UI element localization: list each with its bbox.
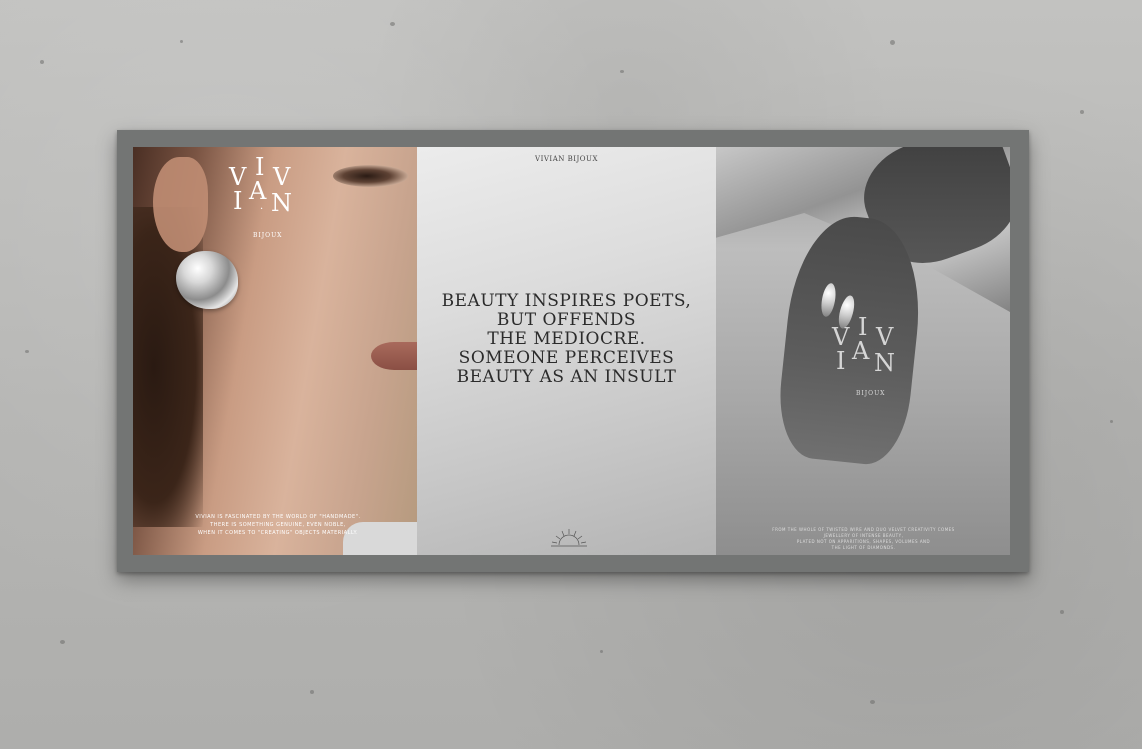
quote-text: BEAUTY INSPIRES POETS, BUT OFFENDS THE M… — [417, 292, 716, 387]
logo-subtitle: BIJOUX — [253, 232, 283, 239]
silver-earring — [176, 251, 238, 309]
quote-line: BUT OFFENDS — [496, 310, 637, 330]
wall-pit — [40, 60, 44, 64]
logo-letter: I — [233, 187, 243, 215]
wall-pit — [180, 40, 183, 43]
caption-line: the light of diamonds. — [831, 545, 896, 550]
logo-letter: A — [852, 337, 870, 365]
logo-letter: V — [273, 163, 291, 191]
left-panel-portrait: V I V I A N · BIJOUX Vivian is fascinate… — [133, 147, 417, 555]
wall-pit — [310, 690, 314, 694]
wall-pit — [25, 350, 29, 353]
wall-pit — [1110, 420, 1113, 423]
wall-pit — [620, 70, 624, 73]
wall-pit — [870, 700, 875, 704]
left-caption: Vivian is fascinated by the world of "ha… — [173, 513, 383, 537]
sunrise-icon — [551, 529, 587, 547]
eye-shape — [333, 165, 408, 187]
logo-letter: N — [271, 189, 292, 217]
middle-panel-quote: VIVIAN BIJOUX BEAUTY INSPIRES POETS, BUT… — [417, 147, 716, 555]
logo-letter: N — [874, 349, 895, 377]
caption-line: Vivian is fascinated by the world of "ha… — [195, 514, 361, 520]
right-panel-hand: V I V I A N BIJOUX From the whole of twi… — [716, 147, 1010, 555]
quote-line: THE MEDIOCRE. — [487, 329, 646, 349]
logo-letter: I — [858, 313, 868, 341]
caption-line: when it comes to "creating" objects mate… — [197, 530, 359, 536]
quote-line: BEAUTY INSPIRES POETS, — [441, 291, 692, 311]
wall-pit — [1080, 110, 1084, 114]
brand-name: VIVIAN BIJOUX — [535, 155, 598, 163]
logo-letter: I — [255, 153, 265, 181]
wall-pit — [890, 40, 895, 45]
ear-shape — [153, 157, 208, 252]
logo-letter: A — [249, 177, 267, 205]
quote-line: SOMEONE PERCEIVES — [458, 348, 675, 368]
logo-dot: · — [260, 204, 264, 215]
vivian-logo: V I V I A N · BIJOUX — [229, 155, 299, 245]
right-caption: From the whole of twisted wire and Duo v… — [756, 527, 971, 551]
logo-subtitle: BIJOUX — [856, 390, 886, 397]
logo-letter: V — [832, 323, 850, 351]
poster-frame: V I V I A N · BIJOUX Vivian is fascinate… — [117, 130, 1029, 572]
wall-pit — [1060, 610, 1064, 614]
wall-pit — [60, 640, 65, 644]
wall-pit — [390, 22, 395, 26]
wall-pit — [600, 650, 603, 653]
vivian-logo-faded: V I V I A N BIJOUX — [832, 315, 902, 405]
logo-letter: V — [229, 163, 247, 191]
quote-line: BEAUTY AS AN INSULT — [456, 367, 677, 387]
caption-line: There is something genuine, even noble, — [210, 522, 346, 528]
logo-letter: V — [876, 323, 894, 351]
logo-letter: I — [836, 347, 846, 375]
lip-shape — [371, 342, 417, 370]
